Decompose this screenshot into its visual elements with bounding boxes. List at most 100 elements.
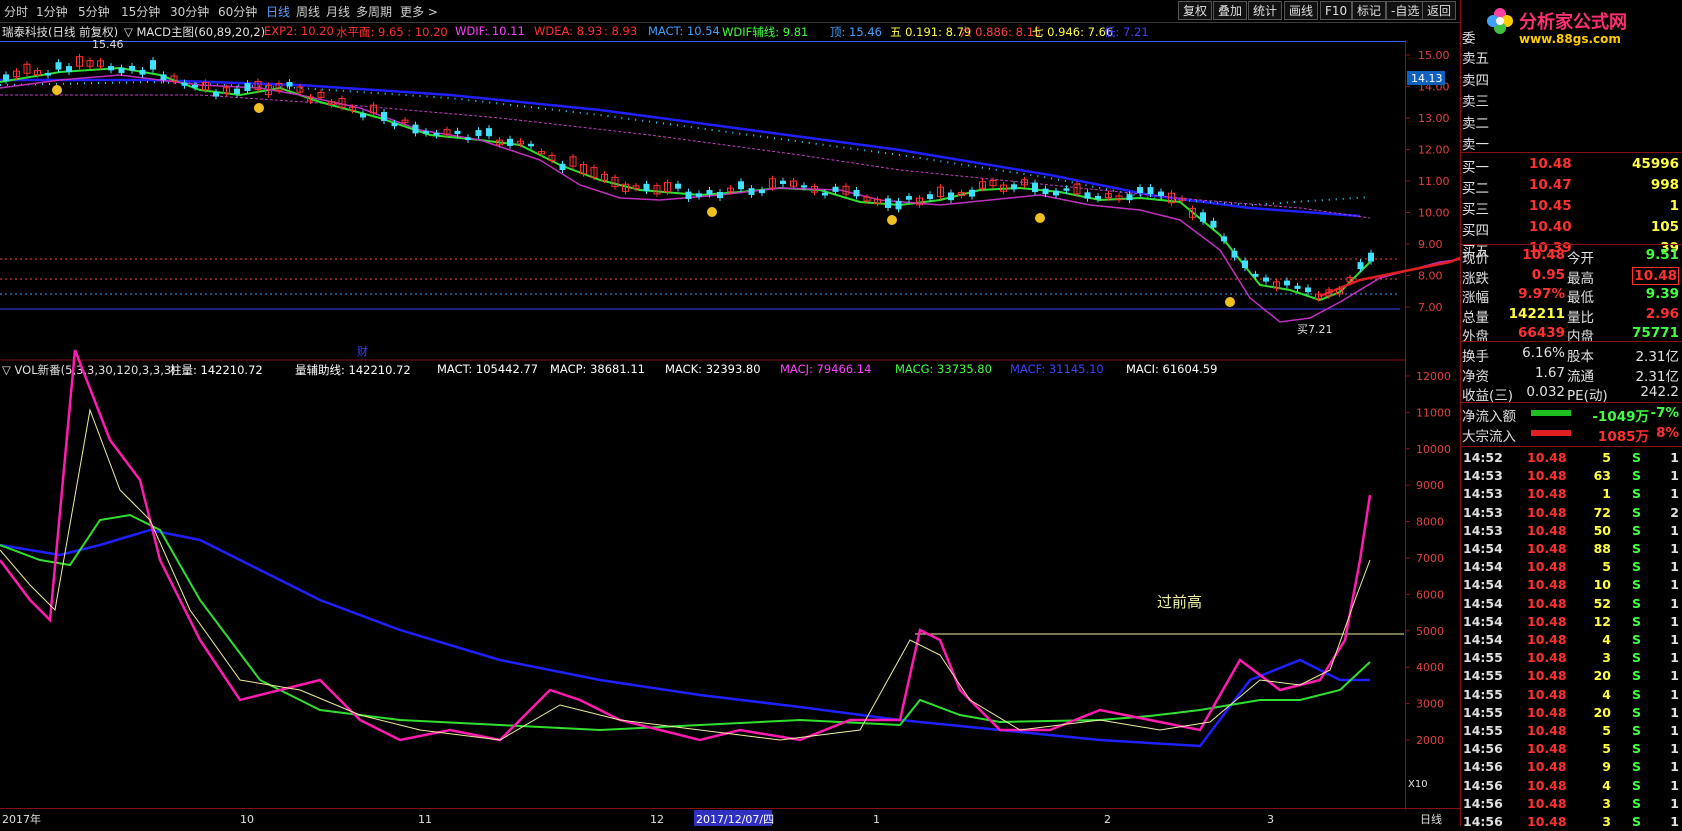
tick-price: 10.48 (1527, 723, 1567, 738)
candle-body (213, 91, 219, 97)
period-tab-60min[interactable]: 60分钟 (218, 3, 257, 20)
candle-body (1011, 184, 1017, 190)
divider (1461, 244, 1682, 245)
period-tab-weekly[interactable]: 周线 (296, 3, 320, 20)
sell-label: 卖二 (1462, 116, 1489, 132)
candle-body (129, 65, 135, 71)
tick-time: 14:54 (1463, 541, 1503, 556)
tick-count: 1 (1670, 686, 1679, 702)
tick-price: 10.48 (1527, 668, 1567, 684)
tick-row: 14:53 10.48 50 S 1 (1461, 522, 1682, 540)
buy-row[interactable]: 买四 10.40 105 (1461, 218, 1682, 239)
candle-body (1294, 285, 1301, 289)
buy-row[interactable]: 买一 10.48 45996 (1461, 155, 1682, 176)
sell-row: 卖二 (1461, 111, 1682, 132)
sell-row: 卖三 (1461, 89, 1682, 110)
stat-value: 6.16% (1522, 345, 1565, 361)
price-axis-label: 7.00 (1418, 301, 1443, 314)
buy-signal-dot (254, 103, 264, 113)
volume-axis-label: 10000 (1416, 443, 1451, 456)
stock-chart[interactable]: 15.0014.0013.0012.0011.0010.009.008.007.… (0, 40, 1460, 826)
tick-price: 10.48 (1527, 704, 1567, 720)
tick-count: 1 (1670, 595, 1679, 611)
buy-row[interactable]: 买二 10.47 998 (1461, 176, 1682, 197)
flow-bar (1531, 410, 1571, 416)
buy-label: 买四 (1462, 223, 1489, 239)
financial-marker[interactable]: 财 (357, 344, 368, 358)
period-tab-more[interactable]: 更多 > (400, 3, 438, 20)
volume-axis-label: 3000 (1416, 698, 1444, 711)
candle-body (381, 112, 387, 121)
tick-price: 10.48 (1527, 450, 1567, 465)
stock-title: 瑞泰科技(日线 前复权) (2, 25, 119, 39)
indicator-value: EXP2: 10.20 (264, 24, 334, 38)
tick-row: 14:56 10.48 9 S 1 (1461, 758, 1682, 776)
tick-time: 14:56 (1463, 814, 1503, 829)
high-price-label: 15.46 (92, 40, 124, 51)
tick-time: 14:54 (1463, 577, 1503, 593)
stats-button[interactable]: 统计 (1248, 1, 1283, 20)
stat-value: 66439 (1518, 325, 1565, 341)
f10-button[interactable]: F10 (1320, 1, 1353, 20)
volume-axis-label: 11000 (1416, 406, 1451, 419)
period-tab-5min[interactable]: 5分钟 (78, 3, 110, 20)
tick-time: 14:56 (1463, 777, 1503, 793)
candle-body (885, 198, 891, 208)
indicator-value: : 8.93 (604, 24, 638, 38)
period-tab-multi[interactable]: 多周期 (356, 3, 392, 20)
tick-side: S (1631, 613, 1641, 629)
indicator-name[interactable]: ▽ MACD主图(60,89,20,2) (124, 24, 265, 40)
candle-body (759, 189, 765, 194)
indicator-value: 顶: 15.46 (830, 25, 882, 39)
candle-body (1252, 273, 1259, 277)
sell-row: 卖五 (1461, 46, 1682, 67)
stat-value: 2.31亿 (1635, 349, 1679, 365)
volume-axis-label: 2000 (1416, 734, 1444, 747)
candle-body (1042, 188, 1049, 195)
draw-button[interactable]: 画线 (1284, 1, 1319, 20)
period-tab-30min[interactable]: 30分钟 (170, 3, 209, 20)
stat-label: 外盘 (1462, 329, 1489, 345)
tick-count: 1 (1670, 613, 1679, 629)
tick-side: S (1631, 504, 1641, 520)
flow-value: -1049万 (1592, 409, 1649, 425)
period-tab-daily[interactable]: 日线 (266, 3, 290, 20)
tick-volume: 5 (1602, 559, 1611, 575)
tick-volume: 12 (1593, 613, 1611, 629)
period-tab-1min[interactable]: 1分钟 (36, 3, 68, 20)
tick-count: 1 (1670, 522, 1679, 538)
candle-body (1053, 190, 1059, 196)
candle-body (780, 180, 786, 185)
tick-time: 14:54 (1463, 559, 1503, 575)
tick-side: S (1631, 522, 1641, 538)
watchlist-button[interactable]: -自选 (1386, 1, 1425, 20)
mark-button[interactable]: 标记 (1352, 1, 1387, 20)
overlay-button[interactable]: 叠加 (1213, 1, 1248, 20)
period-tab-monthly[interactable]: 月线 (326, 3, 350, 20)
price-axis-label: 8.00 (1418, 270, 1443, 283)
tick-time: 14:53 (1463, 486, 1503, 502)
tick-count: 1 (1670, 468, 1679, 484)
cursor-date-label: 2017/12/07/四 (696, 813, 774, 826)
period-tab-15min[interactable]: 15分钟 (121, 3, 160, 20)
tick-row: 14:52 10.48 5 S 1 (1461, 449, 1682, 467)
candle-body (55, 62, 62, 70)
price-axis-label: 9.00 (1418, 238, 1443, 251)
buy-row[interactable]: 买三 10.45 1 (1461, 197, 1682, 218)
indicator-value: MACT: 10.54 (648, 24, 720, 38)
tick-volume: 5 (1602, 450, 1611, 465)
candle-body (1095, 195, 1101, 200)
back-button[interactable]: 返回 (1422, 1, 1457, 20)
price-axis: 15.0014.0013.0012.0011.0010.009.008.007.… (1405, 49, 1450, 314)
tick-price: 10.48 (1527, 541, 1567, 556)
period-tab-fenshi[interactable]: 分时 (4, 3, 28, 20)
stat-value: 9.39 (1645, 286, 1679, 302)
indicator-value: 水平面: 9.65 : 10.20 (336, 25, 448, 39)
tick-volume: 1 (1602, 486, 1611, 502)
candle-body (433, 133, 440, 136)
candle-body (706, 190, 713, 195)
stat-value: 242.2 (1640, 384, 1679, 400)
adjust-button[interactable]: 复权 (1178, 1, 1213, 20)
tick-price: 10.48 (1527, 613, 1567, 629)
indicator-value: 六 0.886: 8.15 (960, 25, 1042, 39)
